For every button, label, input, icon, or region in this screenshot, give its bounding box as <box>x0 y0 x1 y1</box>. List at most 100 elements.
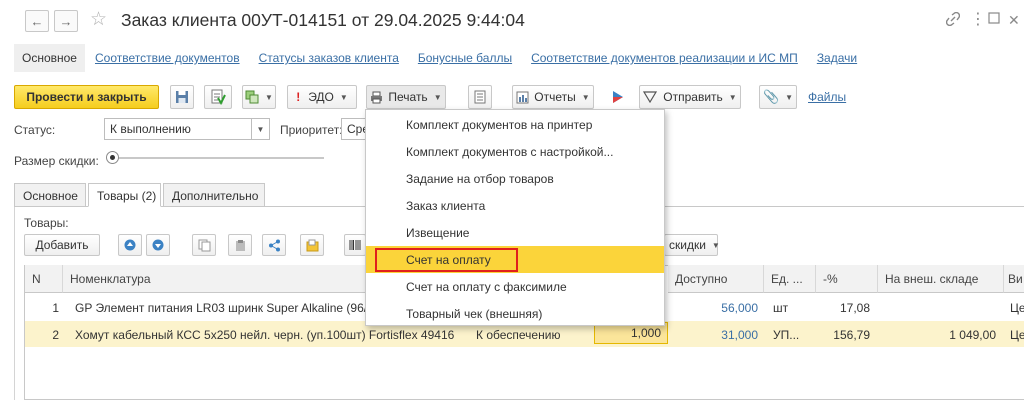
menu-item-doc-set-settings[interactable]: Комплект документов с настройкой... <box>366 138 664 165</box>
send-label: Отправить <box>663 90 723 104</box>
menu-item-invoice[interactable]: Счет на оплату <box>366 246 664 273</box>
files-link[interactable]: Файлы <box>808 90 846 104</box>
attachments-button[interactable]: 📎 ▼ <box>759 85 797 109</box>
save-icon <box>175 90 189 104</box>
link-icon[interactable] <box>946 12 960 26</box>
status-dropdown-icon[interactable]: ▼ <box>252 118 270 140</box>
page-title: Заказ клиента 00УТ-014151 от 29.04.2025 … <box>121 10 525 30</box>
row-status[interactable]: К обеспечению <box>476 328 590 342</box>
list-icon <box>474 90 486 104</box>
forward-arrow-icon: → <box>59 13 73 29</box>
forward-button[interactable]: → <box>54 10 78 32</box>
post-and-close-button[interactable]: Провести и закрыть <box>14 85 159 109</box>
share-icon <box>268 239 281 252</box>
caret-icon: ▼ <box>433 92 442 102</box>
tab-additional[interactable]: Дополнительно <box>163 183 265 207</box>
add-button[interactable]: Добавить <box>24 234 100 256</box>
menu-item-invoice-facsimile[interactable]: Счет на оплату с факсимиле <box>366 273 664 300</box>
column-header-percent[interactable]: -% <box>816 265 878 293</box>
move-down-button[interactable] <box>146 234 170 256</box>
print-label: Печать <box>388 90 428 104</box>
edo-button[interactable]: ! ЭДО ▼ <box>287 85 357 109</box>
nav-link-order-statuses[interactable]: Статусы заказов клиента <box>259 51 399 65</box>
caret-icon: ▼ <box>581 92 590 102</box>
nav-link-realization-docs[interactable]: Соответствие документов реализации и ИС … <box>531 51 798 65</box>
row-type: Це <box>1010 301 1024 315</box>
list-button[interactable] <box>468 85 492 109</box>
barcode-icon <box>349 239 361 251</box>
print-button[interactable]: Печать ▼ <box>366 85 446 109</box>
nav-link-tasks[interactable]: Задачи <box>817 51 857 65</box>
send-icon <box>643 91 658 103</box>
menu-item-sales-receipt[interactable]: Товарный чек (внешняя) <box>366 300 664 327</box>
priority-label: Приоритет: <box>280 123 343 137</box>
menu-item-doc-set-printer[interactable]: Комплект документов на принтер <box>366 111 664 138</box>
caret-icon: ▼ <box>265 92 273 102</box>
row-unit: шт <box>773 301 789 315</box>
column-header-type[interactable]: Ви <box>1004 265 1024 293</box>
status-field[interactable]: К выполнению <box>104 118 252 140</box>
post-and-close-label: Провести и закрыть <box>26 90 147 104</box>
back-button[interactable]: ← <box>25 10 49 32</box>
move-up-button[interactable] <box>118 234 142 256</box>
caret-icon: ▼ <box>785 92 794 102</box>
row-nomenclature[interactable]: Хомут кабельный КСС 5х250 нейл. черн. (у… <box>75 328 470 342</box>
menu-item-picking-task[interactable]: Задание на отбор товаров <box>366 165 664 192</box>
more-icon[interactable]: ⋮ <box>970 9 986 29</box>
menu-item-client-order[interactable]: Заказ клиента <box>366 192 664 219</box>
discounts-button[interactable]: скидки ▼ <box>664 234 720 256</box>
reports-label: Отчеты <box>534 90 576 104</box>
column-header-unit[interactable]: Ед. ... <box>764 265 816 293</box>
discount-slider-track[interactable] <box>112 157 324 159</box>
highlight-outline <box>375 248 518 272</box>
row-number: 1 <box>52 301 59 315</box>
copy-button[interactable] <box>192 234 216 256</box>
copy-icon <box>198 239 211 252</box>
tab-main[interactable]: Основное <box>14 183 86 207</box>
related-docs-button[interactable]: ▼ <box>242 85 276 109</box>
goods-label: Товары: <box>24 216 69 230</box>
column-header-nomenclature[interactable]: Номенклатура <box>63 265 370 293</box>
arrow-down-icon <box>152 239 164 251</box>
tab-goods[interactable]: Товары (2) <box>88 183 161 207</box>
menu-item-notice[interactable]: Извещение <box>366 219 664 246</box>
send-button[interactable]: Отправить ▼ <box>639 85 741 109</box>
status-label: Статус: <box>14 123 56 137</box>
arrow-up-icon <box>124 239 136 251</box>
close-icon[interactable]: ✕ <box>1008 12 1020 29</box>
back-arrow-icon: ← <box>30 13 44 29</box>
column-header-external-stock[interactable]: На внеш. складе <box>878 265 1004 293</box>
document-icon <box>210 89 226 105</box>
flag-icon <box>612 90 624 104</box>
discount-slider-thumb[interactable] <box>106 151 119 164</box>
nav-link-docs-match[interactable]: Соответствие документов <box>95 51 240 65</box>
star-icon[interactable]: ☆ <box>90 10 107 30</box>
row-available[interactable]: 56,000 <box>668 301 758 315</box>
paste-button[interactable] <box>228 234 252 256</box>
row-unit: УП... <box>773 328 800 342</box>
barcode-button[interactable] <box>344 234 366 256</box>
row-number: 2 <box>52 328 59 342</box>
nav-main[interactable]: Основное <box>14 44 85 72</box>
discount-label: Размер скидки: <box>14 154 99 168</box>
caret-icon: ▼ <box>728 92 737 102</box>
column-header-available[interactable]: Доступно <box>668 265 764 293</box>
folder-button[interactable] <box>300 234 324 256</box>
column-header-n[interactable]: N <box>25 265 63 293</box>
reports-icon <box>516 91 529 104</box>
flag-button[interactable] <box>606 85 630 109</box>
row-external-stock: 1 049,00 <box>949 328 996 342</box>
caret-icon: ▼ <box>711 240 720 250</box>
expand-icon[interactable] <box>988 12 1000 24</box>
row-available[interactable]: 31,000 <box>668 328 758 342</box>
exclamation-icon: ! <box>296 90 301 104</box>
priority-field[interactable]: Сре <box>341 118 367 140</box>
save-button[interactable] <box>170 85 194 109</box>
share-button[interactable] <box>262 234 286 256</box>
caret-icon: ▼ <box>339 92 348 102</box>
post-document-button[interactable] <box>204 85 232 109</box>
nav-link-bonus-points[interactable]: Бонусные баллы <box>418 51 512 65</box>
discounts-label: скидки <box>669 238 706 252</box>
row-nomenclature[interactable]: GP Элемент питания LR03 шринк Super Alka… <box>75 301 365 315</box>
reports-button[interactable]: Отчеты ▼ <box>512 85 594 109</box>
